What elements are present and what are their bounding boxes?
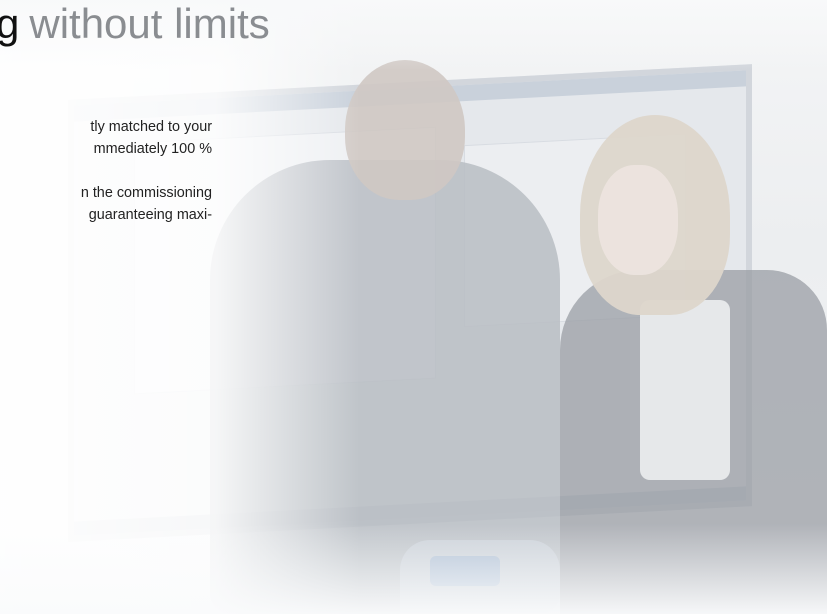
- headline-lead: g: [0, 0, 20, 47]
- person-woman-face: [598, 165, 678, 275]
- brochure-page: g without limits tly matched to your mmed…: [0, 0, 827, 614]
- paragraph-2-line-1: n the commissioning: [80, 185, 212, 201]
- person-man-head: [345, 60, 465, 200]
- paragraph-1-line-1: tly matched to your: [90, 119, 212, 135]
- paragraph-1-line-2: mmediately 100 %: [93, 141, 212, 157]
- headline-accent: without limits: [29, 0, 270, 47]
- page-headline: g without limits: [0, 0, 270, 54]
- body-copy: tly matched to your mmediately 100 % n t…: [0, 116, 212, 226]
- background-photo: [0, 0, 827, 614]
- person-woman-shirt: [640, 300, 730, 480]
- left-white-fade: [0, 0, 360, 614]
- paragraph-2-line-2: guaranteeing maxi-: [88, 207, 212, 223]
- bottom-white-fade: [0, 524, 827, 614]
